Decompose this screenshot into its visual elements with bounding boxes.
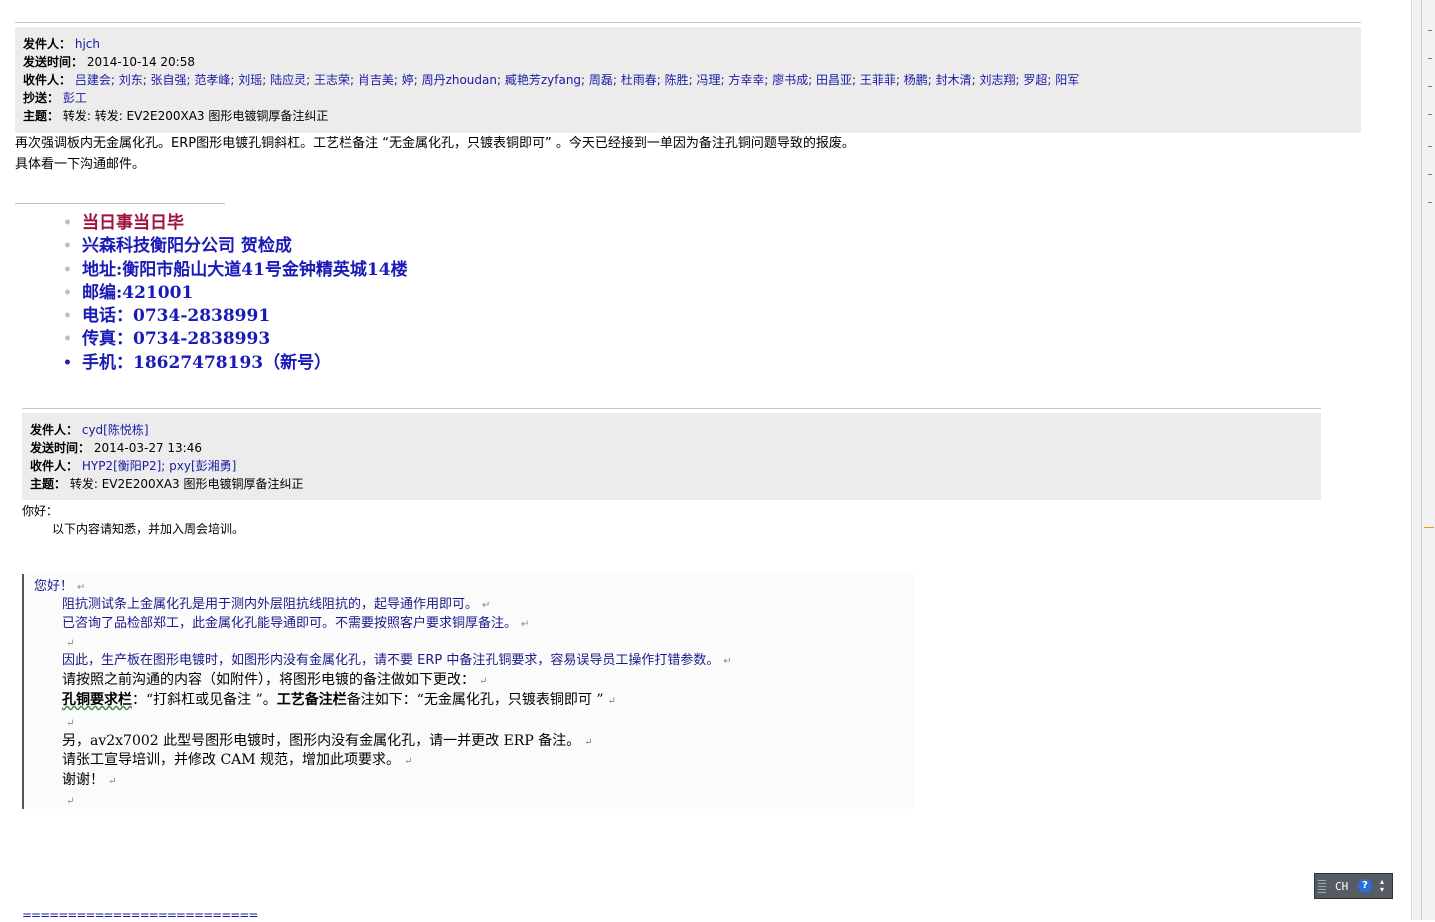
email1-sent-row: 发送时间： 2014-10-14 20:58	[23, 53, 195, 71]
bullet-icon: •	[63, 308, 72, 325]
subject-text: 转发: EV2E200XA3 图形电镀铜厚备注纠正	[69, 477, 304, 491]
scrollbar-marker	[1428, 146, 1432, 147]
scrollbar-marker	[1428, 58, 1432, 59]
quoted-line1: 阻抗测试条上金属化孔是用于测内外层阻抗线阻抗的，起导通作用即可。 ↵	[62, 597, 491, 612]
to-label: 收件人：	[23, 73, 72, 87]
recipients-link[interactable]: 吕建会; 刘东; 张自强; 范孝峰; 刘瑶; 陆应灵; 王志荣; 肖吉美; 婷;…	[75, 73, 1079, 87]
signature-company: • 兴森科技衡阳分公司 贺检成	[63, 236, 292, 257]
email1-subject-row: 主题： 转发: 转发: EV2E200XA3 图形电镀铜厚备注纠正	[23, 107, 328, 125]
scrollbar-marker	[1428, 174, 1432, 175]
email1-body-line1: 再次强调板内无金属化孔。ERP图形电镀孔铜斜杠。工艺栏备注 “无金属化孔，只镀表…	[15, 136, 855, 151]
subject-label: 主题：	[23, 109, 60, 123]
signature-motto: • 当日事当日毕	[63, 213, 184, 233]
quote-bar	[22, 574, 24, 809]
sender-link[interactable]: hjch	[75, 37, 100, 51]
email1-to-row: 收件人： 吕建会; 刘东; 张自强; 范孝峰; 刘瑶; 陆应灵; 王志荣; 肖吉…	[23, 71, 1079, 89]
email1-header: 发件人： hjch 发送时间： 2014-10-14 20:58 收件人： 吕建…	[15, 27, 1361, 133]
recipients-link[interactable]: HYP2[衡阳P2]; pxy[彭湘勇]	[82, 459, 237, 473]
to-label: 收件人：	[30, 459, 79, 473]
bullet-icon: •	[63, 354, 72, 371]
email2-from-row: 发件人： cyd[陈悦栋]	[30, 421, 149, 439]
subject-label: 主题：	[30, 477, 67, 491]
bullet-icon: •	[63, 261, 72, 278]
language-indicator[interactable]: CH	[1335, 880, 1348, 893]
email1-cc-row: 抄送： 彭工	[23, 89, 87, 107]
sender-link[interactable]: cyd[陈悦栋]	[82, 423, 149, 437]
signature-phone: • 电话：0734-2838991	[63, 306, 271, 327]
email2-sent-row: 发送时间： 2014-03-27 13:46	[30, 439, 202, 457]
email1-from-row: 发件人： hjch	[23, 35, 100, 53]
bullet-icon: •	[63, 238, 72, 255]
quoted-empty3: ↵	[66, 796, 75, 807]
top-divider	[15, 22, 1361, 23]
options-arrow-icon[interactable]: ▴ ▾	[1380, 878, 1384, 894]
quoted-line2: 已咨询了品检部郑工，此金属化孔能导通即可。不需要按照客户要求铜厚备注。 ↵	[62, 616, 530, 631]
signature-postcode: • 邮编:421001	[63, 282, 194, 303]
email1-body-line2: 具体看一下沟通邮件。	[15, 157, 146, 172]
signature-address: • 地址:衡阳市船山大道41号金钟精英城14楼	[63, 259, 408, 280]
scrollbar-track-line	[1421, 0, 1422, 920]
signature-mobile: • 手机：18627478193（新号）	[63, 352, 332, 373]
help-icon[interactable]: ?	[1358, 879, 1372, 893]
quoted-line5: 孔铜要求栏：“打斜杠或见备注 ”。工艺备注栏备注如下：“无金属化孔，只镀表铜即可…	[62, 692, 616, 708]
sent-time: 2014-10-14 20:58	[86, 55, 195, 69]
quoted-line8: 谢谢！ ↵	[62, 772, 117, 788]
grip-icon[interactable]	[1318, 879, 1326, 893]
scrollbar-marker	[1428, 202, 1432, 203]
scrollbar-marker	[1428, 86, 1432, 87]
quoted-line3: 因此，生产板在图形电镀时，如图形内没有金属化孔，请不要 ERP 中备注孔铜要求，…	[62, 653, 732, 668]
email2-divider	[22, 408, 1321, 409]
sent-label: 发送时间：	[30, 441, 91, 455]
email2-subject-row: 主题： 转发: EV2E200XA3 图形电镀铜厚备注纠正	[30, 475, 304, 493]
signature-divider	[15, 203, 225, 204]
from-label: 发件人：	[23, 37, 72, 51]
quoted-line4: 请按照之前沟通的内容（如附件），将图形电镀的备注做如下更改： ↵	[62, 672, 488, 688]
cc-label: 抄送：	[23, 91, 60, 105]
subject-text: 转发: 转发: EV2E200XA3 图形电镀铜厚备注纠正	[62, 109, 329, 123]
from-label: 发件人：	[30, 423, 79, 437]
email2-body: 以下内容请知悉，并加入周会培训。	[52, 522, 245, 536]
language-bar[interactable]: CH ? ▴ ▾	[1314, 873, 1393, 899]
sent-time: 2014-03-27 13:46	[93, 441, 202, 455]
vertical-scrollbar[interactable]	[1411, 0, 1435, 920]
cc-link[interactable]: 彭工	[63, 91, 87, 105]
bullet-icon: •	[63, 331, 72, 348]
signature-list: • 当日事当日毕 • 兴森科技衡阳分公司 贺检成 • 地址:衡阳市船山大道41号金钟…	[60, 211, 408, 374]
email2-header: 发件人： cyd[陈悦栋] 发送时间： 2014-03-27 13:46 收件人…	[22, 413, 1321, 500]
email2-to-row: 收件人： HYP2[衡阳P2]; pxy[彭湘勇]	[30, 457, 236, 475]
bullet-icon: •	[63, 215, 72, 231]
email2-greeting: 你好：	[22, 504, 59, 518]
scrollbar-marker	[1428, 114, 1432, 115]
bullet-icon: •	[63, 284, 72, 301]
sent-label: 发送时间：	[23, 55, 84, 69]
signature-fax: • 传真：0734-2838993	[63, 329, 271, 350]
scrollbar-marker	[1428, 30, 1432, 31]
quoted-line7: 请张工宣导培训，并修改 CAM 规范，增加此项要求。 ↵	[62, 752, 413, 768]
scrollbar-position-marker	[1424, 527, 1434, 528]
